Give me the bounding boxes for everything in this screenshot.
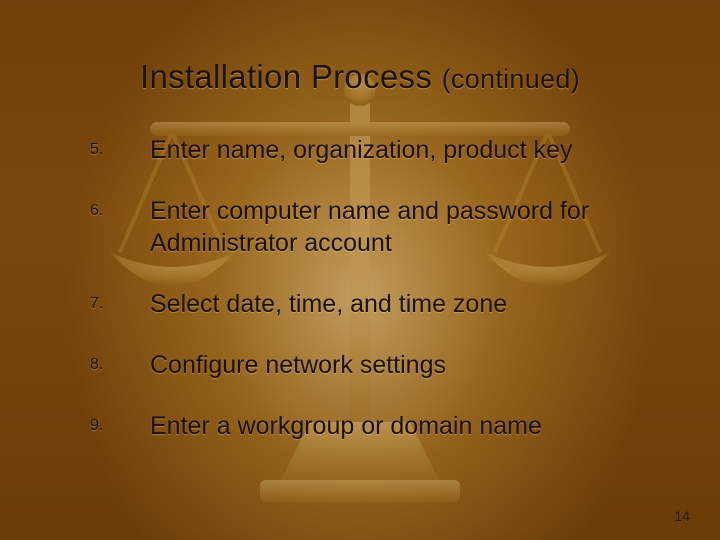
item-text: Enter name, organization, product key: [150, 135, 572, 166]
list-item: 9. Enter a workgroup or domain name: [90, 411, 660, 442]
title-main: Installation Process: [140, 58, 432, 95]
item-text: Enter a workgroup or domain name: [150, 411, 542, 442]
list-item: 7. Select date, time, and time zone: [90, 289, 660, 320]
slide-title: Installation Process (continued): [0, 58, 720, 96]
item-text: Enter computer name and password for Adm…: [150, 196, 660, 259]
list-item: 6. Enter computer name and password for …: [90, 196, 660, 259]
list-item: 5. Enter name, organization, product key: [90, 135, 660, 166]
item-number: 5.: [90, 135, 150, 159]
item-text: Select date, time, and time zone: [150, 289, 507, 320]
slide: Installation Process (continued) 5. Ente…: [0, 0, 720, 540]
item-number: 7.: [90, 289, 150, 313]
list-item: 8. Configure network settings: [90, 350, 660, 381]
item-number: 8.: [90, 350, 150, 374]
item-text: Configure network settings: [150, 350, 446, 381]
item-number: 9.: [90, 411, 150, 435]
title-sub: (continued): [442, 64, 580, 94]
item-number: 6.: [90, 196, 150, 220]
page-number: 14: [674, 508, 690, 524]
bullet-list: 5. Enter name, organization, product key…: [90, 135, 660, 473]
